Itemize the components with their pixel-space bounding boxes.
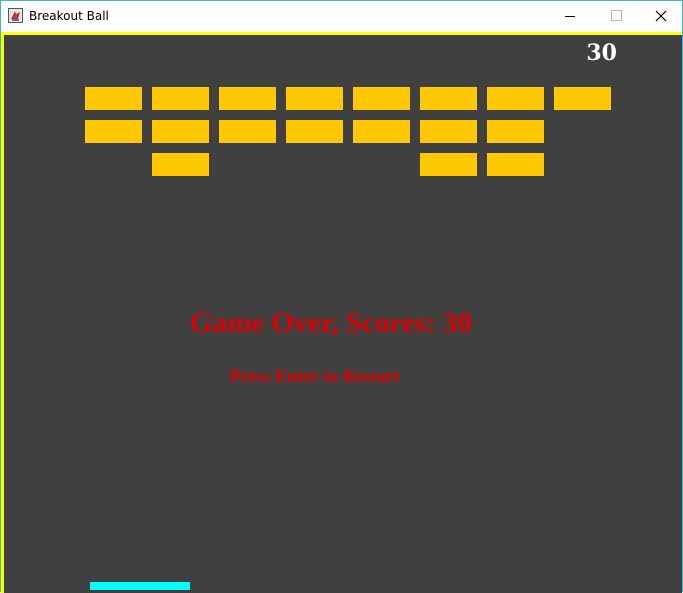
restart-prompt: Press Enter to Restart bbox=[230, 366, 400, 386]
brick bbox=[487, 120, 544, 143]
game-playfield[interactable]: 30 Game Over, Scores: 30 Press Enter to … bbox=[4, 35, 682, 593]
maximize-button[interactable] bbox=[593, 1, 639, 31]
brick bbox=[353, 87, 410, 110]
brick bbox=[85, 120, 142, 143]
brick bbox=[487, 153, 544, 176]
brick bbox=[286, 120, 343, 143]
brick bbox=[152, 87, 209, 110]
game-over-message: Game Over, Scores: 30 bbox=[190, 307, 472, 339]
brick bbox=[487, 87, 544, 110]
paddle bbox=[90, 582, 190, 590]
title-bar[interactable]: Breakout Ball bbox=[1, 1, 682, 32]
brick bbox=[219, 87, 276, 110]
brick bbox=[554, 87, 611, 110]
brick bbox=[353, 120, 410, 143]
app-window: Breakout Ball 30 Game Over, Scores: 30 P… bbox=[0, 0, 683, 593]
java-app-icon bbox=[8, 8, 23, 23]
brick bbox=[152, 120, 209, 143]
window-title: Breakout Ball bbox=[29, 9, 109, 23]
close-icon bbox=[655, 10, 667, 22]
brick bbox=[219, 120, 276, 143]
brick bbox=[85, 87, 142, 110]
brick bbox=[420, 87, 477, 110]
score-display: 30 bbox=[586, 40, 617, 66]
brick bbox=[420, 120, 477, 143]
brick bbox=[286, 87, 343, 110]
game-canvas-border[interactable]: 30 Game Over, Scores: 30 Press Enter to … bbox=[1, 32, 682, 593]
close-button[interactable] bbox=[638, 1, 683, 31]
minimize-icon bbox=[565, 16, 575, 17]
minimize-button[interactable] bbox=[547, 1, 593, 31]
maximize-icon bbox=[611, 10, 622, 21]
brick bbox=[152, 153, 209, 176]
brick bbox=[420, 153, 477, 176]
